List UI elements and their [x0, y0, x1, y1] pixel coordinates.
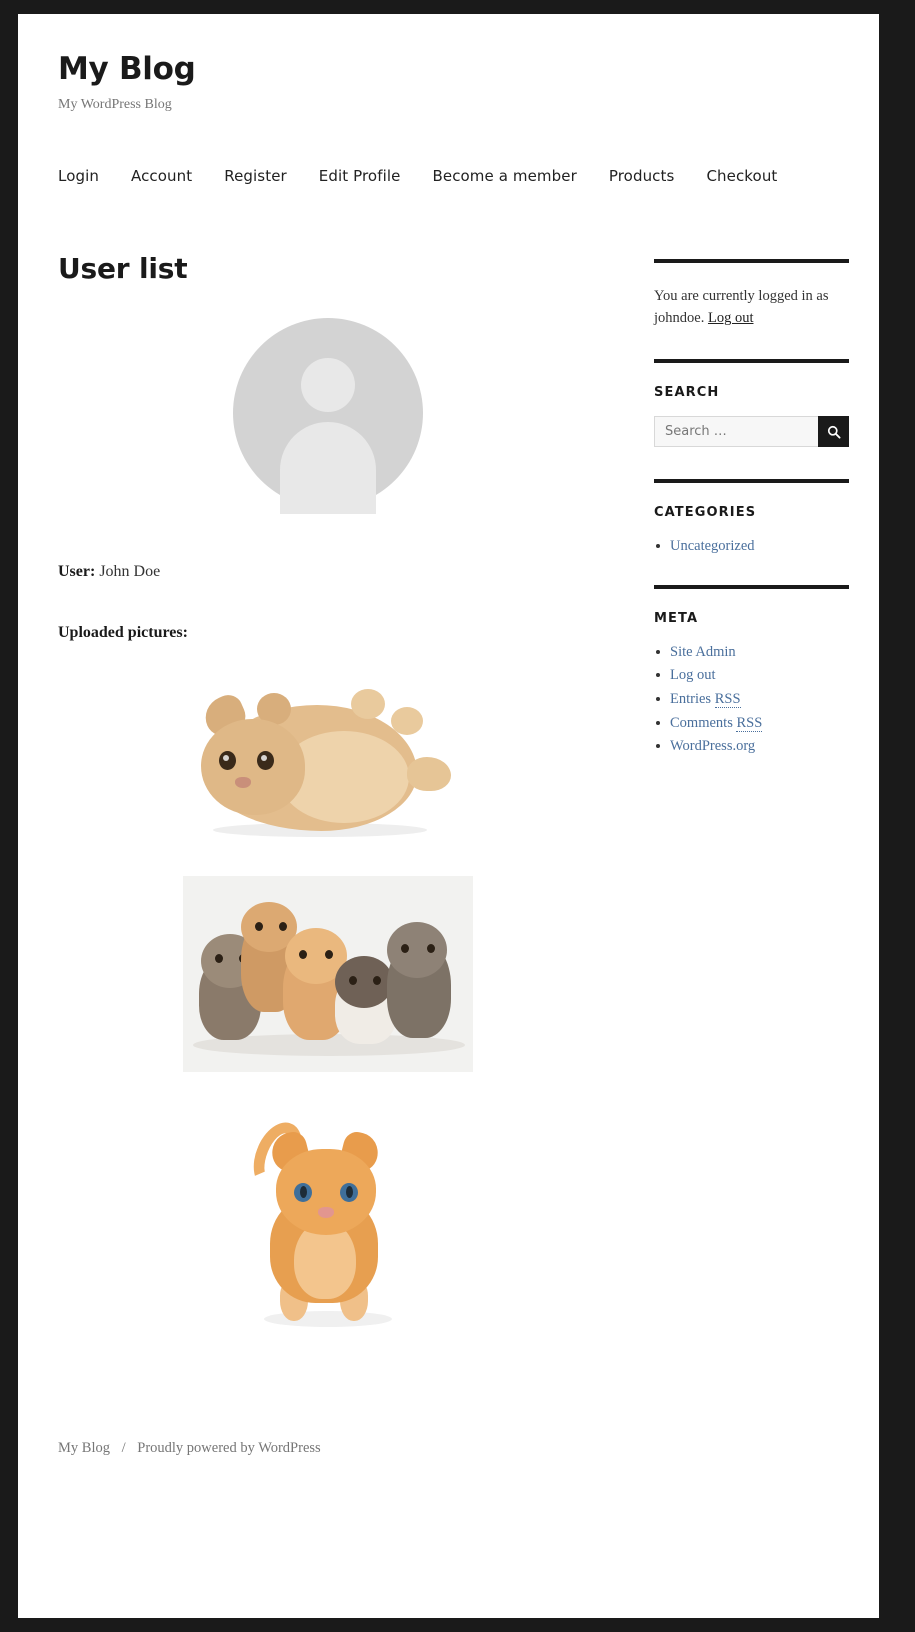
list-item: Site Admin	[654, 642, 849, 663]
list-item: Log out	[654, 665, 849, 686]
meta-link-log-out[interactable]: Log out	[670, 667, 716, 683]
list-item: Entries RSS	[654, 689, 849, 710]
rss-abbr: RSS	[714, 691, 741, 709]
nav-link-account[interactable]: Account	[131, 161, 192, 191]
avatar	[233, 318, 423, 515]
content-wrapper: User list User: John Doe Uploaded pictur…	[58, 252, 849, 1370]
list-item: Comments RSS	[654, 713, 849, 734]
widget-divider	[654, 584, 849, 589]
search-icon	[827, 425, 841, 439]
login-status-text: You are currently logged in as johndoe. …	[654, 285, 849, 329]
user-name: John Doe	[99, 563, 161, 581]
pic1-head	[201, 719, 305, 816]
search-input[interactable]	[654, 416, 818, 448]
picture-item	[58, 876, 598, 1077]
page-container: My Blog My WordPress Blog Login Account …	[18, 14, 879, 1618]
rss-abbr: RSS	[736, 714, 763, 732]
pic1-paw	[351, 689, 385, 720]
search-widget-title: Search	[654, 385, 720, 401]
list-item: WordPress.org	[654, 736, 849, 757]
footer-separator: /	[121, 1440, 126, 1457]
meta-list: Site Admin Log out Entries RSS Comments …	[654, 642, 849, 757]
pic3-head	[276, 1149, 376, 1236]
meta-link-wordpress-org[interactable]: WordPress.org	[670, 738, 755, 754]
search-form	[654, 416, 849, 448]
nav-item-checkout: Checkout	[706, 161, 777, 191]
nav-list: Login Account Register Edit Profile Beco…	[58, 161, 839, 191]
widget-categories: Categories Uncategorized	[654, 479, 849, 557]
meta-link-entries-rss[interactable]: Entries RSS	[670, 691, 741, 709]
nav-link-register[interactable]: Register	[224, 161, 287, 191]
picture-item	[58, 671, 598, 852]
nav-item-become-a-member: Become a member	[432, 161, 608, 191]
site-header: My Blog My WordPress Blog	[58, 14, 839, 114]
group-of-five-kittens-image[interactable]	[183, 876, 473, 1073]
nav-item-products: Products	[609, 161, 707, 191]
nav-item-account: Account	[131, 161, 224, 191]
user-label: User:	[58, 563, 96, 581]
nav-link-checkout[interactable]: Checkout	[706, 161, 777, 191]
nav-item-register: Register	[224, 161, 319, 191]
nav-item-edit-profile: Edit Profile	[319, 161, 433, 191]
widget-divider	[654, 259, 849, 264]
meta-widget-title: Meta	[654, 610, 699, 626]
meta-link-site-admin[interactable]: Site Admin	[670, 644, 736, 660]
orange-kitten-standing-image[interactable]	[228, 1101, 428, 1342]
meta-link-comments-rss[interactable]: Comments RSS	[670, 714, 763, 732]
user-line: User: John Doe	[58, 559, 598, 585]
avatar-block	[58, 318, 598, 515]
site-footer: My Blog / Proudly powered by WordPress	[18, 1440, 879, 1497]
footer-site-link[interactable]: My Blog	[58, 1440, 110, 1456]
nav-link-products[interactable]: Products	[609, 161, 675, 191]
site-title[interactable]: My Blog	[58, 51, 839, 88]
avatar-head-shape	[301, 358, 355, 413]
meta-link-label: Comments	[670, 714, 737, 731]
logout-link[interactable]: Log out	[708, 310, 754, 326]
uploaded-pictures-list	[58, 671, 598, 1346]
pic1-paw	[391, 707, 423, 736]
widget-login-status: You are currently logged in as johndoe. …	[654, 259, 849, 329]
footer-inner: My Blog / Proudly powered by WordPress	[58, 1440, 839, 1457]
widget-divider	[654, 359, 849, 364]
widget-divider	[654, 479, 849, 484]
nav-item-login: Login	[58, 161, 131, 191]
meta-link-label: Site Admin	[670, 643, 736, 660]
uploaded-pictures-label: Uploaded pictures:	[58, 620, 598, 646]
search-submit-button[interactable]	[818, 416, 849, 448]
sidebar: You are currently logged in as johndoe. …	[654, 252, 849, 785]
page-title: User list	[58, 252, 188, 286]
categories-list: Uncategorized	[654, 536, 849, 557]
nav-link-login[interactable]: Login	[58, 161, 99, 191]
nav-link-edit-profile[interactable]: Edit Profile	[319, 161, 401, 191]
nav-link-become-a-member[interactable]: Become a member	[432, 161, 576, 191]
site-description: My WordPress Blog	[58, 96, 172, 112]
category-link-uncategorized[interactable]: Uncategorized	[670, 538, 755, 554]
meta-link-label: WordPress.org	[670, 738, 756, 755]
meta-link-label: Entries	[670, 691, 715, 708]
main-content: User list User: John Doe Uploaded pictur…	[58, 252, 598, 1370]
uploaded-label-text: Uploaded pictures:	[58, 623, 188, 641]
picture-item	[58, 1101, 598, 1346]
avatar-body-shape	[280, 422, 376, 515]
meta-link-label: Log out	[670, 667, 716, 684]
kitten-lying-on-back-image[interactable]	[183, 671, 473, 848]
widget-search: Search	[654, 359, 849, 448]
footer-credit-link[interactable]: Proudly powered by WordPress	[137, 1440, 320, 1456]
widget-meta: Meta Site Admin Log out Entries RSS Comm…	[654, 584, 849, 757]
main-navigation: Login Account Register Edit Profile Beco…	[58, 161, 839, 191]
categories-widget-title: Categories	[654, 505, 757, 521]
list-item: Uncategorized	[654, 536, 849, 557]
pic1-paw	[407, 757, 451, 792]
